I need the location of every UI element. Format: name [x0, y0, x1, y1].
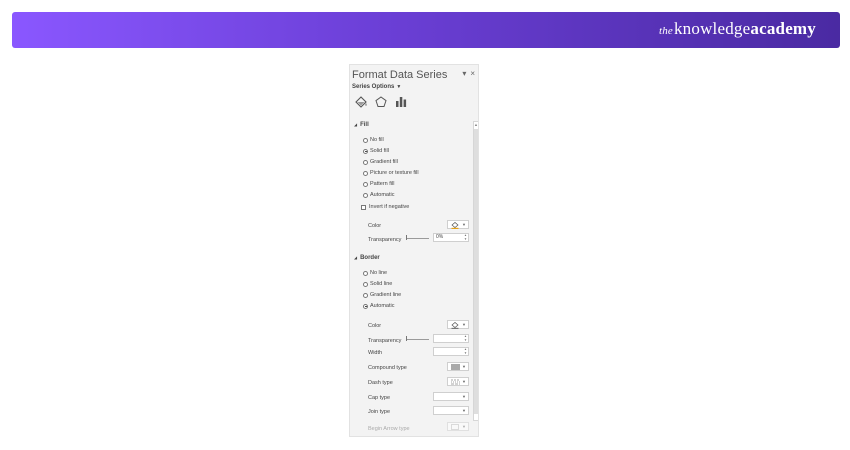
chevron-down-icon: ▼ [462, 379, 466, 384]
radio-button-icon [363, 292, 368, 298]
pane-content: ◢ Fill No fill Solid fill Gradient fill P… [350, 117, 472, 436]
radio-automatic-fill[interactable]: Automatic [363, 191, 394, 199]
brand-prefix: the [658, 25, 673, 37]
dash-type-dropdown[interactable]: ▼ [447, 377, 469, 386]
dash-type-label: Dash type [368, 380, 393, 386]
compound-type-dropdown[interactable]: ▼ [447, 362, 469, 371]
chevron-down-icon: ▼ [462, 408, 466, 413]
radio-no-fill[interactable]: No fill [363, 136, 384, 144]
option-label: Pattern fill [370, 181, 395, 187]
width-spinner[interactable]: ▲ ▼ [433, 347, 469, 356]
cap-type-label: Cap type [368, 395, 391, 401]
series-options-label: Series Options [352, 84, 395, 90]
pane-title: Format Data Series [352, 69, 448, 81]
chevron-down-icon: ▼ [462, 222, 466, 227]
chevron-down-icon: ▼ [462, 424, 466, 429]
option-label: No line [370, 270, 388, 276]
transparency-slider-track[interactable] [407, 238, 429, 239]
paint-bucket-icon [451, 222, 459, 229]
format-data-series-pane: Format Data Series ▾× Series Options▼ [349, 64, 479, 437]
pane-options-icon[interactable]: ▾ [462, 69, 466, 78]
join-type-dropdown[interactable]: ▼ [433, 406, 469, 415]
radio-gradient-fill[interactable]: Gradient fill [363, 158, 398, 166]
fill-color-picker[interactable]: ▼ [447, 220, 469, 229]
radio-button-icon [363, 159, 368, 165]
pane-scrollbar[interactable]: ▲ [473, 121, 478, 421]
checkbox-icon [361, 204, 366, 210]
fill-color-label: Color [368, 223, 382, 229]
radio-picture-texture-fill[interactable]: Picture or texture fill [363, 169, 419, 177]
radio-button-icon [363, 181, 368, 187]
radio-pattern-fill[interactable]: Pattern fill [363, 180, 394, 188]
begin-arrow-type-dropdown[interactable]: ▼ [447, 422, 469, 431]
border-color-label: Color [368, 323, 382, 329]
arrow-type-icon [451, 424, 459, 430]
compound-lines-icon [451, 364, 460, 370]
transparency-slider-track[interactable] [407, 339, 429, 340]
option-label: Solid fill [370, 148, 389, 154]
border-header-label: Border [360, 255, 380, 261]
begin-arrow-type-label: Begin Arrow type [368, 426, 410, 432]
transparency-value: 0% [436, 234, 444, 240]
checkbox-label: Invert if negative [369, 204, 410, 210]
border-transparency-label: Transparency [368, 338, 402, 344]
option-label: Automatic [370, 192, 395, 198]
brand-logo: theknowledgeacademy [659, 19, 816, 39]
chevron-down-icon: ▼ [462, 394, 466, 399]
scroll-up-icon[interactable]: ▲ [474, 122, 478, 127]
radio-solid-line[interactable]: Solid line [363, 280, 392, 288]
fill-transparency-label: Transparency [368, 237, 402, 243]
radio-button-icon [363, 192, 368, 198]
radio-button-selected-icon [363, 303, 368, 309]
series-options-bar-icon[interactable] [394, 95, 408, 109]
spin-down-icon[interactable]: ▼ [464, 351, 467, 355]
pane-scroll-area: ◢ Fill No fill Solid fill Gradient fill P… [350, 117, 478, 436]
option-label: Gradient fill [370, 159, 398, 165]
fill-header-label: Fill [360, 122, 369, 128]
radio-gradient-line[interactable]: Gradient line [363, 291, 401, 299]
brand-part-knowledge: knowledge [673, 19, 751, 38]
radio-no-line[interactable]: No line [363, 269, 387, 277]
radio-button-icon [363, 170, 368, 176]
fill-transparency-spinner[interactable]: 0% ▲ ▼ [433, 233, 469, 242]
option-label: Picture or texture fill [370, 170, 419, 176]
pen-color-icon [451, 322, 459, 329]
join-type-label: Join type [368, 409, 391, 415]
pane-controls: ▾ × [458, 69, 475, 78]
invert-if-negative-checkbox[interactable]: Invert if negative [361, 203, 409, 211]
border-section-header[interactable]: ◢ Border [354, 255, 380, 261]
radio-automatic-line[interactable]: Automatic [363, 302, 394, 310]
radio-button-icon [363, 270, 368, 276]
dash-lines-icon [451, 379, 460, 385]
effects-pentagon-icon[interactable] [374, 95, 388, 109]
option-label: Automatic [370, 303, 395, 309]
spin-down-icon[interactable]: ▼ [464, 338, 467, 342]
series-options-dropdown[interactable]: Series Options ▼ [352, 84, 401, 90]
collapse-triangle-icon: ◢ [354, 122, 358, 127]
width-label: Width [368, 350, 383, 356]
radio-solid-fill[interactable]: Solid fill [363, 147, 389, 155]
pane-tab-strip [354, 95, 408, 109]
cap-type-dropdown[interactable]: ▼ [433, 392, 469, 401]
fill-section-header[interactable]: ◢ Fill [354, 122, 369, 128]
brand-part-academy: academy [750, 19, 816, 38]
option-label: Solid line [370, 281, 393, 287]
option-label: No fill [370, 137, 384, 143]
header-banner: theknowledgeacademy [12, 12, 840, 48]
chevron-down-icon: ▼ [462, 364, 466, 369]
radio-button-icon [363, 281, 368, 287]
spin-down-icon[interactable]: ▼ [464, 237, 467, 241]
option-label: Gradient line [370, 292, 402, 298]
border-transparency-spinner[interactable]: ▲ ▼ [433, 334, 469, 343]
close-icon[interactable]: × [470, 69, 475, 78]
collapse-triangle-icon: ◢ [354, 255, 358, 260]
chevron-down-icon: ▼ [396, 84, 402, 90]
border-color-picker[interactable]: ▼ [447, 320, 469, 329]
radio-button-selected-icon [363, 148, 368, 154]
scrollbar-thumb[interactable] [474, 129, 478, 414]
chevron-down-icon: ▼ [462, 322, 466, 327]
fill-line-icon[interactable] [354, 95, 368, 109]
radio-button-icon [363, 137, 368, 143]
compound-type-label: Compound type [368, 365, 407, 371]
